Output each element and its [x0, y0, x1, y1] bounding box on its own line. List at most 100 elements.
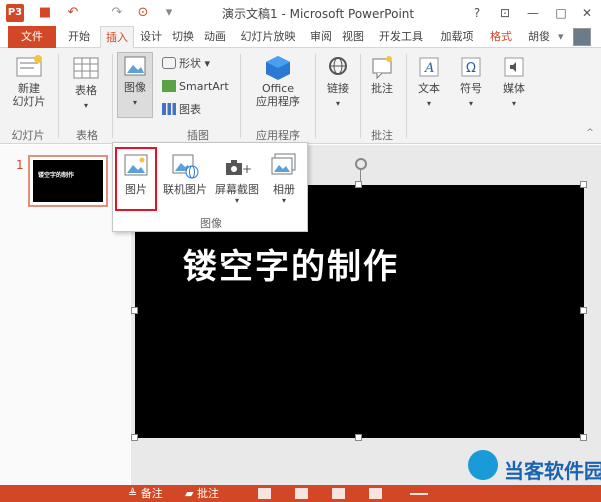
- link-icon: [329, 57, 347, 75]
- chart-label: 图表: [179, 103, 201, 116]
- chevron-down-icon: ▾: [83, 101, 88, 110]
- notes-button[interactable]: ≜ 备注: [128, 485, 163, 502]
- help-button[interactable]: ?: [466, 3, 488, 23]
- chevron-down-icon: ▾: [511, 99, 516, 108]
- close-button[interactable]: ✕: [576, 3, 598, 23]
- slide-number: 1: [16, 158, 24, 172]
- tab-insert[interactable]: 插入: [100, 26, 134, 49]
- media-label: 媒体: [503, 82, 525, 95]
- tab-transitions[interactable]: 切换: [168, 26, 198, 48]
- redo-icon[interactable]: ↷: [108, 4, 126, 22]
- resize-handle[interactable]: [355, 181, 362, 188]
- picture-button[interactable]: 图片: [115, 147, 157, 211]
- tab-slideshow[interactable]: 幻灯片放映: [232, 26, 304, 48]
- office-apps-button[interactable]: Office 应用程序: [246, 54, 310, 108]
- group-label-slides: 幻灯片: [11, 129, 45, 142]
- picture-icon: [124, 154, 148, 176]
- text-button[interactable]: A 文本 ▾: [412, 54, 446, 109]
- slide-sorter-icon[interactable]: [295, 488, 308, 499]
- chevron-down-icon: ▾: [281, 196, 286, 205]
- links-label: 链接: [327, 82, 349, 95]
- chevron-down-icon: ▾: [335, 99, 340, 108]
- undo-icon[interactable]: ↶: [64, 4, 82, 22]
- comments-label: 批注: [196, 487, 219, 500]
- watermark-logo: [468, 450, 498, 480]
- photo-album-button[interactable]: 相册 ▾: [263, 147, 305, 211]
- chevron-down-icon: ▾: [234, 196, 239, 205]
- rotate-handle[interactable]: [355, 158, 367, 170]
- group-label-comments: 批注: [371, 129, 393, 142]
- tab-addins[interactable]: 加载项: [434, 26, 480, 48]
- slideshow-icon[interactable]: [369, 488, 382, 499]
- ribbon-display-button[interactable]: ⊡: [494, 3, 516, 23]
- table-icon: [73, 57, 99, 79]
- group-separator: [315, 54, 316, 138]
- shapes-button[interactable]: 形状 ▾: [162, 56, 210, 72]
- images-button[interactable]: 图像 ▾: [117, 52, 153, 118]
- tab-view[interactable]: 视图: [338, 26, 368, 48]
- resize-handle[interactable]: [131, 434, 138, 441]
- customize-qat-icon[interactable]: ▾: [160, 4, 178, 22]
- online-pictures-button[interactable]: 联机图片: [159, 147, 211, 211]
- user-dropdown-icon[interactable]: ▾: [558, 26, 564, 48]
- minimize-button[interactable]: —: [522, 3, 544, 23]
- resize-handle[interactable]: [580, 307, 587, 314]
- new-slide-label: 新建 幻灯片: [12, 82, 46, 108]
- new-slide-button[interactable]: 新建 幻灯片: [6, 54, 52, 108]
- status-bar: ≜ 备注 ▰ 批注: [0, 485, 601, 502]
- resize-handle[interactable]: [131, 307, 138, 314]
- tab-file[interactable]: 文件: [8, 26, 56, 48]
- group-label-tables: 表格: [76, 129, 98, 142]
- svg-text:+: +: [242, 162, 252, 176]
- group-separator: [240, 54, 241, 138]
- tab-review[interactable]: 审阅: [306, 26, 336, 48]
- reading-view-icon[interactable]: [332, 488, 345, 499]
- collapse-ribbon-icon[interactable]: ^: [584, 128, 596, 138]
- tab-format[interactable]: 格式: [486, 26, 516, 48]
- chevron-down-icon: ▾: [468, 99, 473, 108]
- group-separator: [112, 54, 113, 138]
- user-name[interactable]: 胡俊: [528, 26, 550, 48]
- media-button[interactable]: 媒体 ▾: [496, 54, 532, 109]
- save-icon[interactable]: ■: [36, 4, 54, 22]
- online-pictures-label: 联机图片: [163, 183, 207, 196]
- window-title: 演示文稿1 - Microsoft PowerPoint: [222, 7, 415, 21]
- comments-button[interactable]: ▰ 批注: [185, 485, 219, 502]
- chevron-down-icon: ▾: [132, 98, 137, 107]
- from-beginning-icon[interactable]: ⊙: [134, 4, 152, 22]
- images-dropdown: 图片 联机图片 + 屏幕截图 ▾ 相册 ▾ 图像: [112, 142, 308, 232]
- group-separator: [360, 54, 361, 138]
- notes-label: 备注: [140, 487, 163, 500]
- powerpoint-app-icon[interactable]: P3: [6, 4, 24, 22]
- avatar[interactable]: [573, 28, 591, 46]
- chart-button[interactable]: 图表: [162, 102, 201, 118]
- slide-thumbnail[interactable]: 镂空字的制作: [28, 155, 108, 207]
- svg-text:A: A: [424, 61, 434, 76]
- comment-button[interactable]: 批注: [364, 54, 400, 96]
- screenshot-button[interactable]: + 屏幕截图 ▾: [211, 147, 263, 211]
- table-button[interactable]: 表格 ▾: [66, 54, 106, 111]
- resize-handle[interactable]: [355, 434, 362, 441]
- resize-handle[interactable]: [580, 434, 587, 441]
- resize-handle[interactable]: [580, 181, 587, 188]
- shapes-icon: [162, 57, 176, 69]
- links-button[interactable]: 链接 ▾: [320, 54, 356, 109]
- ribbon-tab-bar: 文件 开始 插入 设计 切换 动画 幻灯片放映 审阅 视图 开发工具 加载项 格…: [0, 26, 601, 49]
- comment-icon: [372, 56, 392, 80]
- images-label: 图像: [124, 81, 146, 94]
- normal-view-icon[interactable]: [258, 488, 271, 499]
- zoom-out-icon[interactable]: [410, 493, 428, 495]
- maximize-button[interactable]: □: [550, 3, 572, 23]
- tab-developer[interactable]: 开发工具: [372, 26, 430, 48]
- online-picture-icon: [172, 154, 199, 179]
- picture-icon: [124, 56, 146, 76]
- tab-design[interactable]: 设计: [136, 26, 166, 48]
- slide-title-text[interactable]: 镂空字的制作: [183, 239, 399, 288]
- group-label-images: 图像: [200, 217, 222, 230]
- smartart-button[interactable]: SmartArt: [162, 79, 229, 95]
- tab-home[interactable]: 开始: [62, 26, 96, 48]
- tab-animations[interactable]: 动画: [200, 26, 230, 48]
- shapes-label: 形状: [179, 57, 201, 70]
- symbols-button[interactable]: Ω 符号 ▾: [454, 54, 488, 109]
- group-separator: [406, 54, 407, 138]
